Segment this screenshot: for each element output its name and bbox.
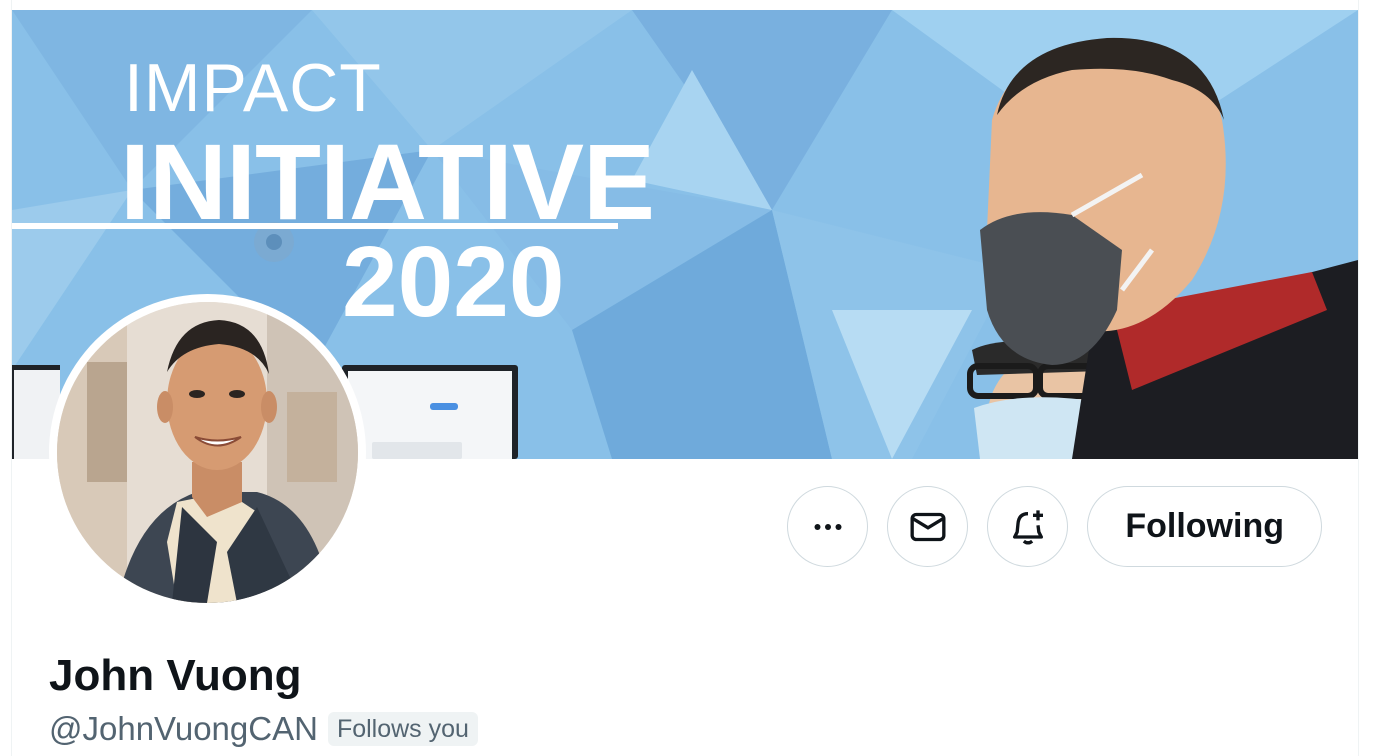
banner-title-initiative: INITIATIVE <box>120 121 655 242</box>
profile-avatar[interactable] <box>49 294 366 611</box>
message-button[interactable] <box>887 486 969 567</box>
top-strip <box>12 0 1358 10</box>
bell-plus-icon <box>1012 509 1043 544</box>
more-button[interactable] <box>787 486 869 567</box>
profile-actions: Following <box>787 486 1322 567</box>
profile-column: IMPACT INITIATIVE 2020 Following John Vu… <box>11 0 1359 756</box>
banner-title-impact: IMPACT <box>124 50 382 126</box>
avatar-portrait <box>57 302 358 603</box>
envelope-icon <box>910 512 946 541</box>
display-name: John Vuong <box>49 651 302 700</box>
more-horizontal-icon <box>814 523 842 530</box>
handle-row: @JohnVuongCAN Follows you <box>49 710 478 748</box>
avatar-photo <box>57 302 358 603</box>
following-button[interactable]: Following <box>1087 486 1322 567</box>
banner-title-year: 2020 <box>342 226 565 338</box>
follows-you-badge: Follows you <box>327 711 478 747</box>
user-handle: @JohnVuongCAN <box>49 710 318 747</box>
notify-button[interactable] <box>987 486 1069 567</box>
